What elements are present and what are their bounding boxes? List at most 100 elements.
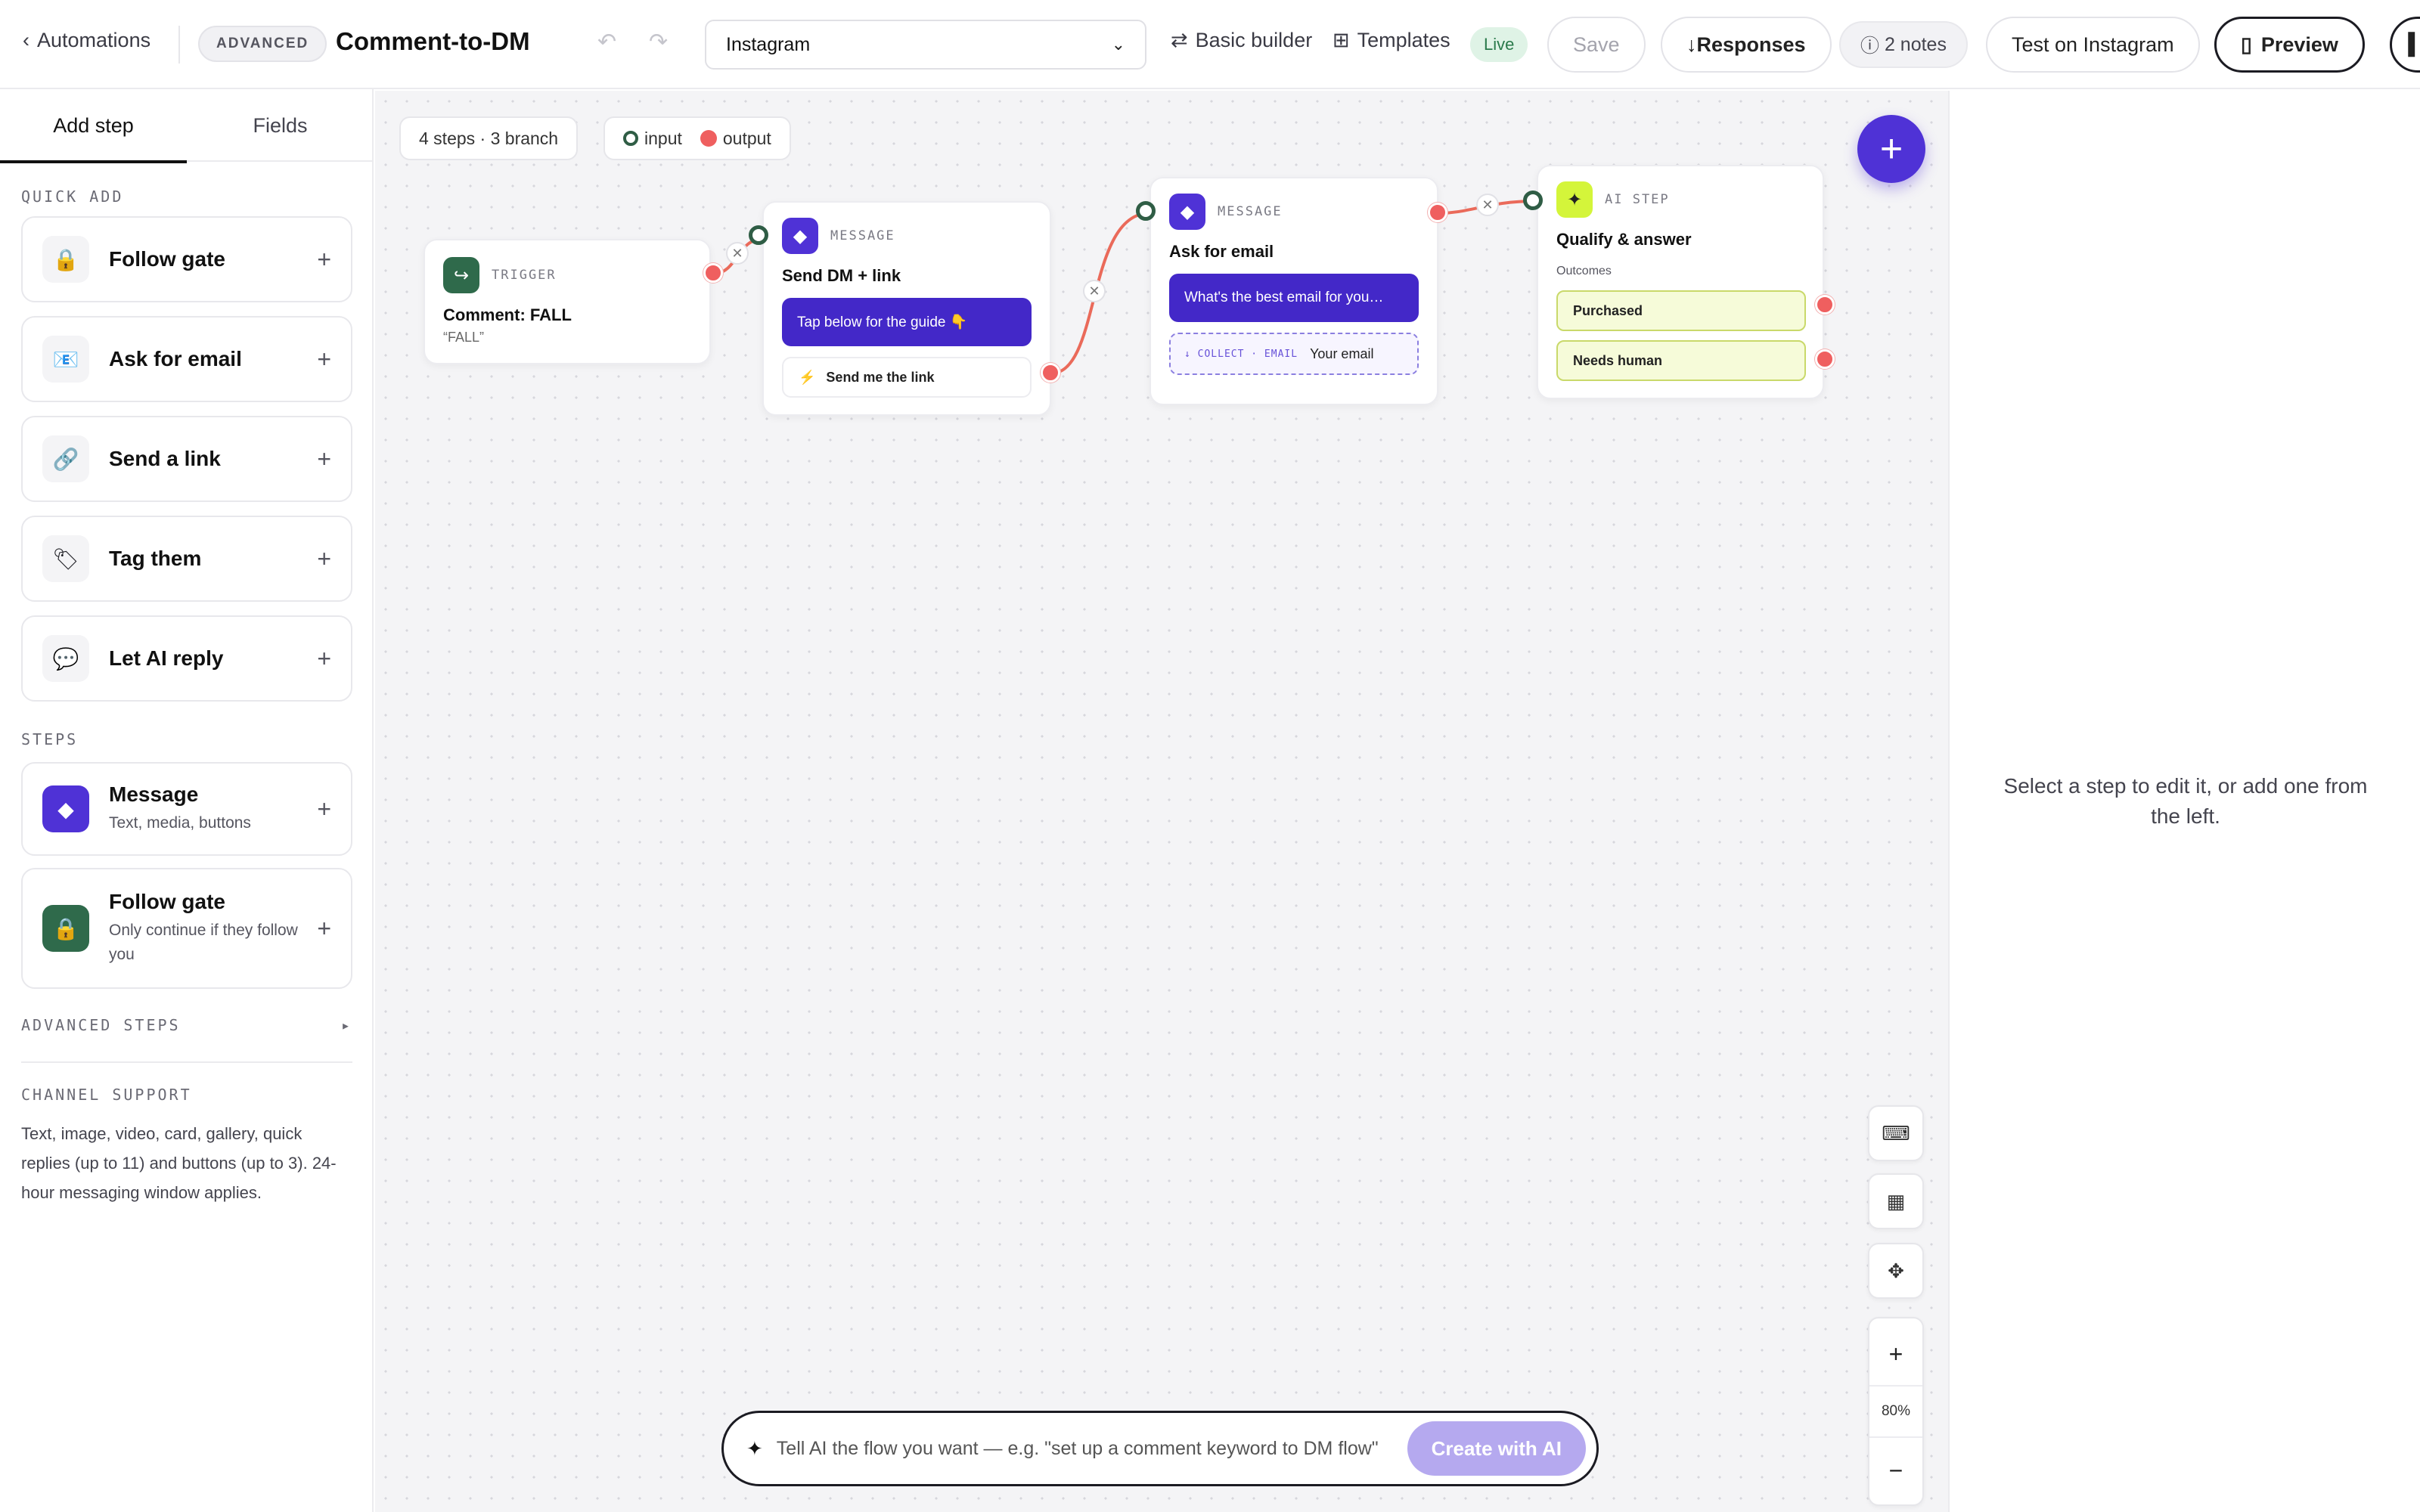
quick-add-send-link[interactable]: 🔗 Send a link + — [21, 416, 352, 502]
grid-icon: ⊞ — [1333, 29, 1350, 51]
diamond-icon: ◆ — [42, 785, 89, 832]
tab-add-step[interactable]: Add step — [0, 89, 187, 163]
quick-add-label-text: Let AI reply — [109, 646, 224, 670]
step-description: Text, media, buttons — [109, 814, 251, 832]
left-panel: Add step Fields QUICK ADD 🔒 Follow gate … — [0, 89, 374, 1512]
step-message[interactable]: ◆ Message Text, media, buttons + — [21, 762, 352, 856]
test-button[interactable]: Test on Instagram — [1986, 17, 2200, 73]
notes-button[interactable]: ⓘ 2 notes — [1839, 21, 1968, 68]
outcome-purchased[interactable]: Purchased — [1556, 290, 1806, 331]
steps-label: STEPS — [21, 730, 79, 748]
quick-add-follow-gate[interactable]: 🔒 Follow gate + — [21, 216, 352, 302]
basic-builder-label: Basic builder — [1195, 29, 1313, 51]
back-to-automations-link[interactable]: ‹ Automations — [23, 29, 150, 52]
outcome-needs-human-output-port[interactable] — [1815, 349, 1835, 369]
ai-prompt-input[interactable]: Tell AI the flow you want — e.g. "set up… — [777, 1438, 1407, 1460]
quick-add-ask-email[interactable]: 📧 Ask for email + — [21, 316, 352, 402]
collect-key: ↓ COLLECT · EMAIL — [1184, 348, 1298, 360]
plus-icon: + — [317, 644, 331, 672]
inspector-empty-state: Select a step to edit it, or add one fro… — [2003, 774, 2368, 828]
node-keyword: “FALL” — [443, 330, 485, 345]
channel-support-label: CHANNEL SUPPORT — [21, 1086, 192, 1104]
top-bar: ‹ Automations ADVANCED Comment-to-DM ↶ ↷… — [0, 0, 2420, 89]
lock-icon: 🔒 — [42, 236, 89, 283]
preview-label: Preview — [2260, 33, 2338, 56]
channel-select[interactable]: Instagram ⌄ — [705, 20, 1146, 70]
preview-button[interactable]: ▯ Preview — [2214, 17, 2365, 73]
message-bubble[interactable]: What's the best email for you… — [1169, 274, 1419, 322]
delete-connection-icon[interactable]: ✕ — [1476, 194, 1499, 216]
link-icon: 🔗 — [42, 435, 89, 482]
create-with-ai-button[interactable]: Create with AI — [1407, 1421, 1586, 1476]
quick-add-label-text: Tag them — [109, 547, 202, 570]
delete-connection-icon[interactable]: ✕ — [1083, 280, 1106, 302]
panel-tabs: Add step Fields — [0, 89, 374, 163]
minimap-icon[interactable]: ▦ — [1868, 1173, 1924, 1229]
save-button[interactable]: Save — [1547, 17, 1646, 73]
ask-email-input-port[interactable] — [1136, 201, 1156, 221]
quick-add-ai-reply[interactable]: 💬 Let AI reply + — [21, 615, 352, 702]
step-label: Follow gate — [109, 890, 225, 913]
responses-button[interactable]: ↓ Responses — [1661, 17, 1832, 73]
chevron-down-icon: ⌄ — [1111, 35, 1125, 54]
keyboard-shortcuts-icon[interactable]: ⌨ — [1868, 1105, 1924, 1161]
divider — [21, 1061, 352, 1063]
message-input-port[interactable] — [749, 225, 768, 245]
responses-label: Responses — [1696, 33, 1806, 56]
message-node-ask-email[interactable]: ◆ MESSAGE Ask for email What's the best … — [1150, 177, 1438, 405]
sparkle-icon: ✦ — [746, 1436, 763, 1460]
message-node-send-dm[interactable]: ◆ MESSAGE Send DM + link Tap below for t… — [762, 201, 1051, 416]
plus-icon: + — [317, 245, 331, 273]
outcome-needs-human[interactable]: Needs human — [1556, 340, 1806, 381]
quick-add-label: QUICK ADD — [21, 187, 124, 206]
ai-step-node[interactable]: ✦ AI STEP Qualify & answer Outcomes Purc… — [1537, 165, 1824, 399]
trigger-node[interactable]: ↪ TRIGGER Comment: FALL “FALL” — [424, 239, 711, 364]
zoom-controls: + 80% − — [1868, 1317, 1924, 1506]
channel-select-value: Instagram — [726, 33, 811, 55]
automation-title[interactable]: Comment-to-DM — [336, 27, 530, 56]
outcome-purchased-output-port[interactable] — [1815, 295, 1835, 314]
zoom-out-button[interactable]: − — [1869, 1444, 1922, 1497]
email-icon: 📧 — [42, 336, 89, 383]
quick-add-label-text: Follow gate — [109, 247, 225, 271]
basic-builder-button[interactable]: ⇄ Basic builder — [1171, 29, 1312, 52]
node-type: MESSAGE — [1218, 204, 1283, 219]
quick-add-label-text: Send a link — [109, 447, 221, 470]
fit-view-icon[interactable]: ✥ — [1868, 1243, 1924, 1299]
flow-canvas[interactable]: 4 steps · 3 branch input output + ↪ TRIG… — [375, 91, 1948, 1512]
mode-badge: ADVANCED — [198, 26, 327, 62]
publish-button[interactable]: ▍ — [2390, 17, 2420, 73]
publish-button-edge: ▍ — [2409, 33, 2420, 56]
lock-icon: 🔒 — [42, 905, 89, 952]
message-link-button[interactable]: ⚡ Send me the link — [782, 357, 1032, 398]
quick-add-tag-them[interactable]: 🏷 Tag them + — [21, 516, 352, 602]
diamond-icon: ◆ — [1169, 194, 1205, 230]
collect-value: Your email — [1310, 345, 1374, 361]
delete-connection-icon[interactable]: ✕ — [726, 242, 749, 265]
message-bubble[interactable]: Tap below for the guide 👇 — [782, 298, 1032, 346]
redo-icon[interactable]: ↷ — [649, 29, 668, 55]
plus-icon: + — [317, 795, 331, 823]
step-description: Only continue if they follow you — [109, 922, 298, 963]
node-title: Qualify & answer — [1556, 230, 1692, 249]
collect-email-field[interactable]: ↓ COLLECT · EMAIL Your email — [1169, 333, 1419, 375]
trigger-output-port[interactable] — [703, 263, 723, 283]
step-label: Message — [109, 782, 199, 806]
undo-icon[interactable]: ↶ — [597, 29, 616, 55]
ai-step-input-port[interactable] — [1523, 191, 1543, 210]
zoom-in-button[interactable]: + — [1869, 1328, 1922, 1380]
plus-icon: + — [317, 445, 331, 472]
link-button-label: Send me the link — [826, 369, 935, 385]
tag-icon: 🏷 — [42, 535, 89, 582]
step-follow-gate[interactable]: 🔒 Follow gate Only continue if they foll… — [21, 868, 352, 989]
advanced-steps-toggle[interactable]: ADVANCED STEPS ▸ — [21, 1016, 352, 1034]
tab-fields[interactable]: Fields — [187, 89, 374, 162]
templates-button[interactable]: ⊞ Templates — [1333, 29, 1450, 52]
message-button-output-port[interactable] — [1041, 363, 1060, 383]
ask-email-output-port[interactable] — [1428, 203, 1447, 222]
info-icon: ⓘ — [1860, 36, 1885, 57]
download-icon: ↓ — [1686, 33, 1697, 56]
node-title: Comment: FALL — [443, 305, 572, 324]
sparkle-icon: ✦ — [1556, 181, 1593, 218]
caret-right-icon: ▸ — [340, 1016, 352, 1034]
